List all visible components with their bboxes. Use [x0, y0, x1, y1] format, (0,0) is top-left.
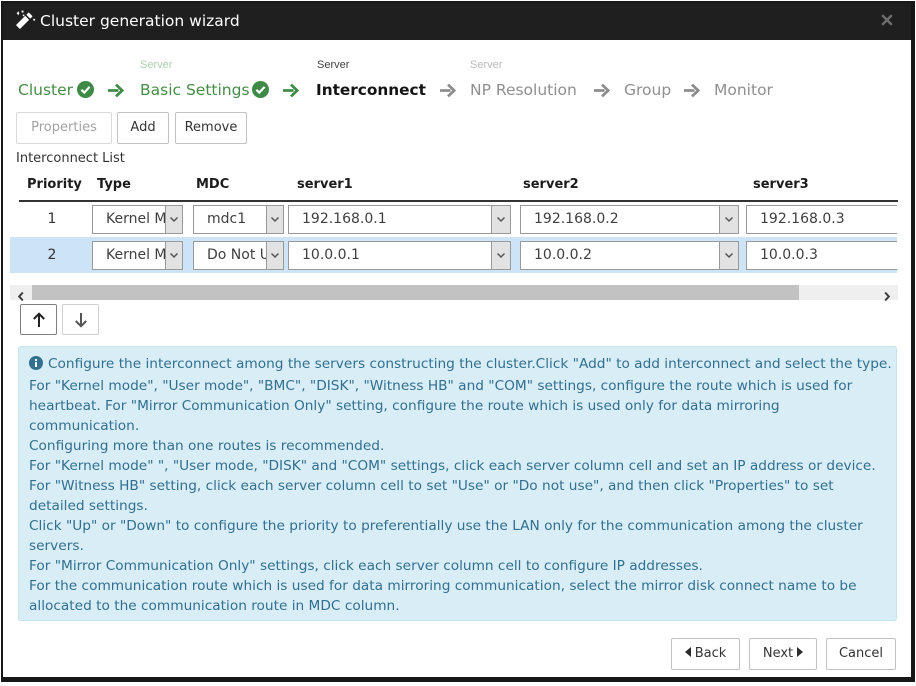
chevron-down-icon[interactable] [165, 206, 182, 233]
move-up-button[interactable] [20, 304, 57, 335]
back-button[interactable]: Back [671, 638, 740, 670]
step-np-resolution: NP Resolution [470, 81, 577, 100]
scroll-right-icon[interactable] [883, 287, 891, 306]
row2-server3-select[interactable]: 10.0.0.3 [746, 241, 897, 270]
row2-priority: 2 [22, 237, 82, 273]
col-header-mdc: MDC [196, 177, 229, 192]
step-monitor: Monitor [714, 81, 773, 100]
step-interconnect: Interconnect [316, 81, 426, 100]
step-arrow-2 [282, 83, 301, 102]
step-basic-settings: Basic Settings [140, 81, 250, 100]
properties-button[interactable]: Properties [16, 112, 112, 144]
arrow-up-icon [32, 312, 46, 328]
step-arrow-4 [593, 83, 612, 102]
next-button[interactable]: Next [749, 638, 817, 670]
col-header-server1: server1 [297, 177, 353, 192]
scrollbar-thumb[interactable] [32, 285, 799, 300]
row1-server2-select[interactable]: 192.168.0.2 [520, 205, 739, 234]
cancel-button[interactable]: Cancel [826, 638, 896, 670]
info-box: Configure the interconnect among the ser… [18, 346, 897, 621]
row2-type-select[interactable]: Kernel Mode [92, 241, 183, 270]
add-button[interactable]: Add [117, 112, 169, 144]
chevron-down-icon[interactable] [719, 242, 738, 269]
step-arrow-1 [107, 83, 126, 102]
arrow-down-icon [74, 312, 88, 328]
dialog-title: Cluster generation wizard [40, 3, 240, 40]
check-icon-basic-settings [252, 81, 269, 102]
step-cluster: Cluster [18, 81, 73, 100]
interconnect-table: 1 2 Kernel Mode mdc1 192.168.0.1 192.168… [10, 201, 897, 273]
row1-server1-select[interactable]: 192.168.0.1 [288, 205, 511, 234]
magic-wand-icon [14, 9, 36, 35]
row1-priority: 1 [22, 201, 82, 237]
col-header-server2: server2 [523, 177, 579, 192]
back-triangle-icon [685, 647, 691, 657]
step-arrow-3 [439, 83, 458, 102]
row1-mdc-select[interactable]: mdc1 [193, 205, 284, 234]
row2-server1-select[interactable]: 10.0.0.1 [288, 241, 511, 270]
interconnect-list-label: Interconnect List [16, 151, 125, 166]
next-triangle-icon [797, 647, 803, 657]
step-sub-basic-settings: Server [140, 59, 172, 72]
chevron-down-icon[interactable] [165, 242, 182, 269]
step-sub-np-resolution: Server [470, 59, 502, 72]
col-header-type: Type [97, 177, 131, 192]
chevron-down-icon[interactable] [266, 242, 283, 269]
info-circle-icon [29, 356, 43, 376]
col-header-priority: Priority [27, 177, 82, 192]
chevron-down-icon[interactable] [266, 206, 283, 233]
check-icon-cluster [77, 81, 94, 102]
row1-server3-select[interactable]: 192.168.0.3 [746, 205, 897, 234]
step-group: Group [624, 81, 671, 100]
horizontal-scrollbar[interactable] [10, 285, 898, 300]
step-sub-interconnect: Server [317, 59, 349, 72]
step-arrow-5 [683, 83, 702, 102]
chevron-down-icon[interactable] [491, 242, 510, 269]
col-header-server3: server3 [753, 177, 809, 192]
remove-button[interactable]: Remove [175, 112, 247, 144]
chevron-down-icon[interactable] [719, 206, 738, 233]
row2-mdc-select[interactable]: Do Not Use [193, 241, 284, 270]
chevron-down-icon[interactable] [491, 206, 510, 233]
move-down-button[interactable] [62, 304, 99, 335]
row2-server2-select[interactable]: 10.0.0.2 [520, 241, 739, 270]
row1-type-select[interactable]: Kernel Mode [92, 205, 183, 234]
close-icon[interactable] [879, 12, 897, 30]
